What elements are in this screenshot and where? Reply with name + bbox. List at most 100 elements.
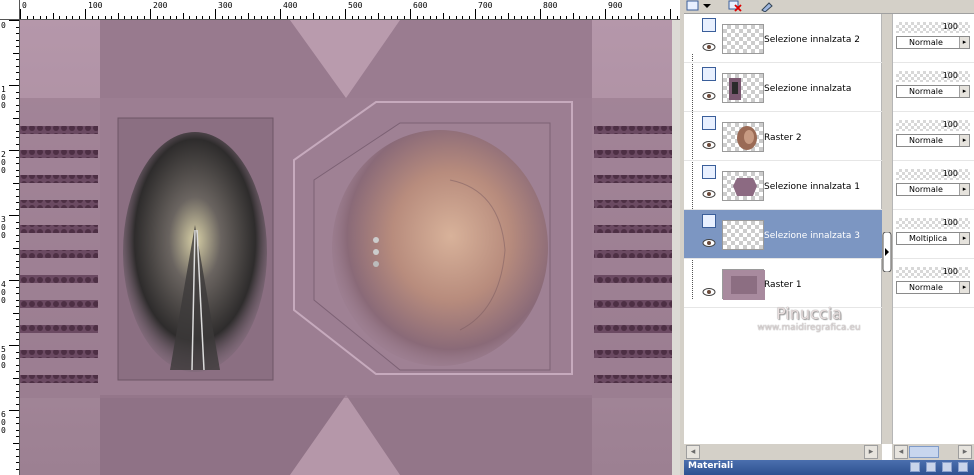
opacity-slider[interactable]: 100 <box>896 71 970 82</box>
layer-name[interactable]: Raster 1 <box>764 280 802 290</box>
chevron-right-icon[interactable]: ▸ <box>959 86 969 97</box>
watermark-title: Pinuccia <box>776 304 842 323</box>
blend-mode-value: Normale <box>909 87 943 96</box>
layer-row[interactable]: Selezione innalzata 1 <box>684 161 882 210</box>
mask-icon[interactable] <box>760 0 774 13</box>
ruler-tick <box>16 351 19 353</box>
ruler-tick <box>254 16 255 19</box>
layer-properties-column: 100 Normale ▸ 100 Normale ▸ 100 Normale ▸ 1… <box>892 14 974 444</box>
ruler-tick <box>644 16 645 19</box>
ruler-tick <box>143 16 145 19</box>
ruler-tick <box>377 13 379 19</box>
layer-thumbnail <box>722 122 764 152</box>
dropdown-icon[interactable] <box>700 0 714 12</box>
minimize-icon[interactable] <box>926 462 936 472</box>
scroll-left-icon[interactable]: ◂ <box>894 445 908 459</box>
materials-panel-titlebar[interactable]: Materiali <box>684 460 974 475</box>
ruler-tick <box>26 16 28 19</box>
layer-row[interactable]: Raster 2 <box>684 112 882 161</box>
ruler-tick <box>585 16 587 19</box>
layer-row[interactable]: Selezione innalzata 2 <box>684 14 882 63</box>
names-horizontal-scrollbar[interactable]: ◂ ▸ <box>684 444 882 460</box>
blend-mode-select[interactable]: Moltiplica ▸ <box>896 232 970 245</box>
visibility-eye-icon[interactable] <box>702 239 716 247</box>
layer-group-icon[interactable] <box>702 116 716 130</box>
ruler-tick <box>16 202 19 203</box>
panel-splitter[interactable] <box>882 14 892 444</box>
ruler-tick <box>78 16 80 19</box>
scroll-right-icon[interactable]: ▸ <box>958 445 972 459</box>
ruler-tick <box>624 16 626 19</box>
layer-row[interactable]: Selezione innalzata <box>684 63 882 112</box>
layer-group-icon[interactable] <box>702 214 716 228</box>
ruler-label: 900 <box>608 1 623 10</box>
opacity-slider[interactable]: 100 <box>896 218 970 229</box>
ruler-tick <box>16 169 19 171</box>
ruler-tick <box>16 104 19 106</box>
chevron-right-icon[interactable]: ▸ <box>959 282 969 293</box>
blend-mode-select[interactable]: Normale ▸ <box>896 36 970 49</box>
ruler-tick <box>16 234 19 236</box>
chevron-right-icon[interactable]: ▸ <box>959 184 969 195</box>
chevron-right-icon[interactable]: ▸ <box>959 37 969 48</box>
visibility-eye-icon[interactable] <box>702 288 716 296</box>
scroll-left-icon[interactable]: ◂ <box>686 445 700 459</box>
blend-mode-select[interactable]: Normale ▸ <box>896 134 970 147</box>
scroll-thumb[interactable] <box>909 446 939 458</box>
new-layer-icon[interactable] <box>686 0 700 12</box>
layer-thumbnail <box>722 171 764 201</box>
layer-group-icon[interactable] <box>702 67 716 81</box>
ruler-tick <box>429 16 431 19</box>
delete-layer-icon[interactable] <box>728 0 742 12</box>
layer-thumbnail <box>722 73 764 103</box>
layer-name[interactable]: Selezione innalzata 1 <box>764 182 860 192</box>
blend-mode-select[interactable]: Normale ▸ <box>896 281 970 294</box>
visibility-eye-icon[interactable] <box>702 43 716 51</box>
layer-group-icon[interactable] <box>702 18 716 32</box>
layer-name[interactable]: Selezione innalzata <box>764 84 851 94</box>
visibility-eye-icon[interactable] <box>702 190 716 198</box>
layer-row-selected[interactable]: Selezione innalzata 3 <box>684 210 882 259</box>
artwork[interactable] <box>20 20 672 475</box>
opacity-slider[interactable]: 100 <box>896 169 970 180</box>
visibility-eye-icon[interactable] <box>702 92 716 100</box>
ruler-tick <box>592 16 593 19</box>
canvas-vertical-scrollbar[interactable] <box>672 20 680 475</box>
ruler-tick <box>16 143 19 145</box>
ruler-tick <box>16 468 19 470</box>
layer-name[interactable]: Selezione innalzata 3 <box>764 231 860 241</box>
ruler-tick <box>9 410 19 411</box>
ruler-tick <box>20 9 21 19</box>
ruler-tick <box>85 9 86 19</box>
ruler-label: 500 <box>348 1 363 10</box>
maximize-icon[interactable] <box>942 462 952 472</box>
scroll-right-icon[interactable]: ▸ <box>864 445 878 459</box>
opacity-slider[interactable]: 100 <box>896 267 970 278</box>
visibility-eye-icon[interactable] <box>702 141 716 149</box>
ruler-label: 400 <box>1 280 6 305</box>
image-canvas[interactable] <box>20 20 672 475</box>
close-icon[interactable] <box>958 462 968 472</box>
chevron-right-icon[interactable]: ▸ <box>959 135 969 146</box>
pin-icon[interactable] <box>910 462 920 472</box>
ruler-tick <box>241 16 242 19</box>
blend-mode-select[interactable]: Normale ▸ <box>896 85 970 98</box>
ruler-tick <box>16 195 19 197</box>
opacity-slider[interactable]: 100 <box>896 120 970 131</box>
ruler-tick <box>16 46 19 47</box>
opacity-slider[interactable]: 100 <box>896 22 970 33</box>
window-buttons <box>910 462 970 472</box>
ruler-tick <box>267 16 268 19</box>
props-horizontal-scrollbar[interactable]: ◂ ▸ <box>892 444 974 460</box>
layer-row[interactable]: Raster 1 <box>684 259 882 308</box>
ruler-tick <box>16 267 19 268</box>
chevron-right-icon[interactable]: ▸ <box>959 233 969 244</box>
blend-mode-select[interactable]: Normale ▸ <box>896 183 970 196</box>
layer-name[interactable]: Raster 2 <box>764 133 802 143</box>
ruler-tick <box>533 16 535 19</box>
ruler-tick <box>16 273 19 275</box>
layer-name[interactable]: Selezione innalzata 2 <box>764 35 860 45</box>
ruler-tick <box>631 16 632 19</box>
ruler-label: 200 <box>1 150 6 175</box>
layer-group-icon[interactable] <box>702 165 716 179</box>
